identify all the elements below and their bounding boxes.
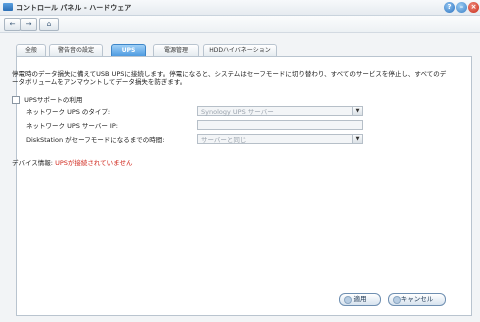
chevron-down-icon: ▼: [352, 135, 362, 143]
ups-support-row[interactable]: UPSサポートの利用: [12, 94, 82, 104]
tab-ups[interactable]: UPS: [111, 44, 146, 56]
close-icon[interactable]: ×: [468, 2, 479, 13]
back-button[interactable]: ←: [4, 18, 21, 31]
tab-power[interactable]: 電源管理: [153, 44, 199, 56]
content-area: 全般 警告音の設定 UPS 電源管理 HDDハイバネーション 停電時のデータ損失…: [0, 33, 480, 322]
ups-support-checkbox[interactable]: [12, 96, 20, 104]
control-panel-icon: [3, 3, 13, 11]
device-info-status: UPSが接続されていません: [55, 159, 133, 167]
tab-beep[interactable]: 警告音の設定: [49, 44, 103, 56]
ups-support-label: UPSサポートの利用: [24, 96, 83, 104]
ups-description: 停電時のデータ損失に備えてUSB UPSに接続します。停電になると、システムはセ…: [12, 70, 447, 86]
tab-hdd-hibernation[interactable]: HDDハイバネーション: [203, 44, 277, 56]
title-bar: コントロール パネル - ハードウェア ? – ×: [0, 0, 480, 16]
chevron-down-icon: ▼: [352, 107, 362, 115]
device-info-label: デバイス情報:: [12, 159, 53, 167]
safe-mode-time-label: DiskStation がセーフモードになるまでの時間:: [26, 136, 165, 144]
window-title: コントロール パネル - ハードウェア: [16, 4, 132, 12]
safe-mode-time-value: サーバーと同じ: [201, 136, 247, 144]
help-icon[interactable]: ?: [444, 2, 455, 13]
navigation-bar: ← → ⌂: [0, 16, 480, 33]
forward-button[interactable]: →: [20, 18, 37, 31]
device-info: デバイス情報: UPSが接続されていません: [12, 157, 133, 167]
network-ups-type-label: ネットワーク UPS のタイプ:: [26, 108, 111, 116]
minimize-icon[interactable]: –: [456, 2, 467, 13]
safe-mode-time-select[interactable]: サーバーと同じ ▼: [197, 134, 363, 144]
cancel-button[interactable]: キャンセル: [388, 293, 446, 306]
network-ups-type-select[interactable]: Synology UPS サーバー ▼: [197, 106, 363, 116]
home-button[interactable]: ⌂: [39, 18, 59, 31]
network-ups-type-value: Synology UPS サーバー: [201, 108, 274, 116]
tab-general[interactable]: 全般: [16, 44, 46, 56]
apply-button[interactable]: 適用: [339, 293, 381, 306]
ups-settings-panel: [16, 56, 472, 316]
network-ups-server-ip-field[interactable]: [197, 120, 363, 130]
network-ups-server-ip-label: ネットワーク UPS サーバー IP:: [26, 122, 118, 130]
